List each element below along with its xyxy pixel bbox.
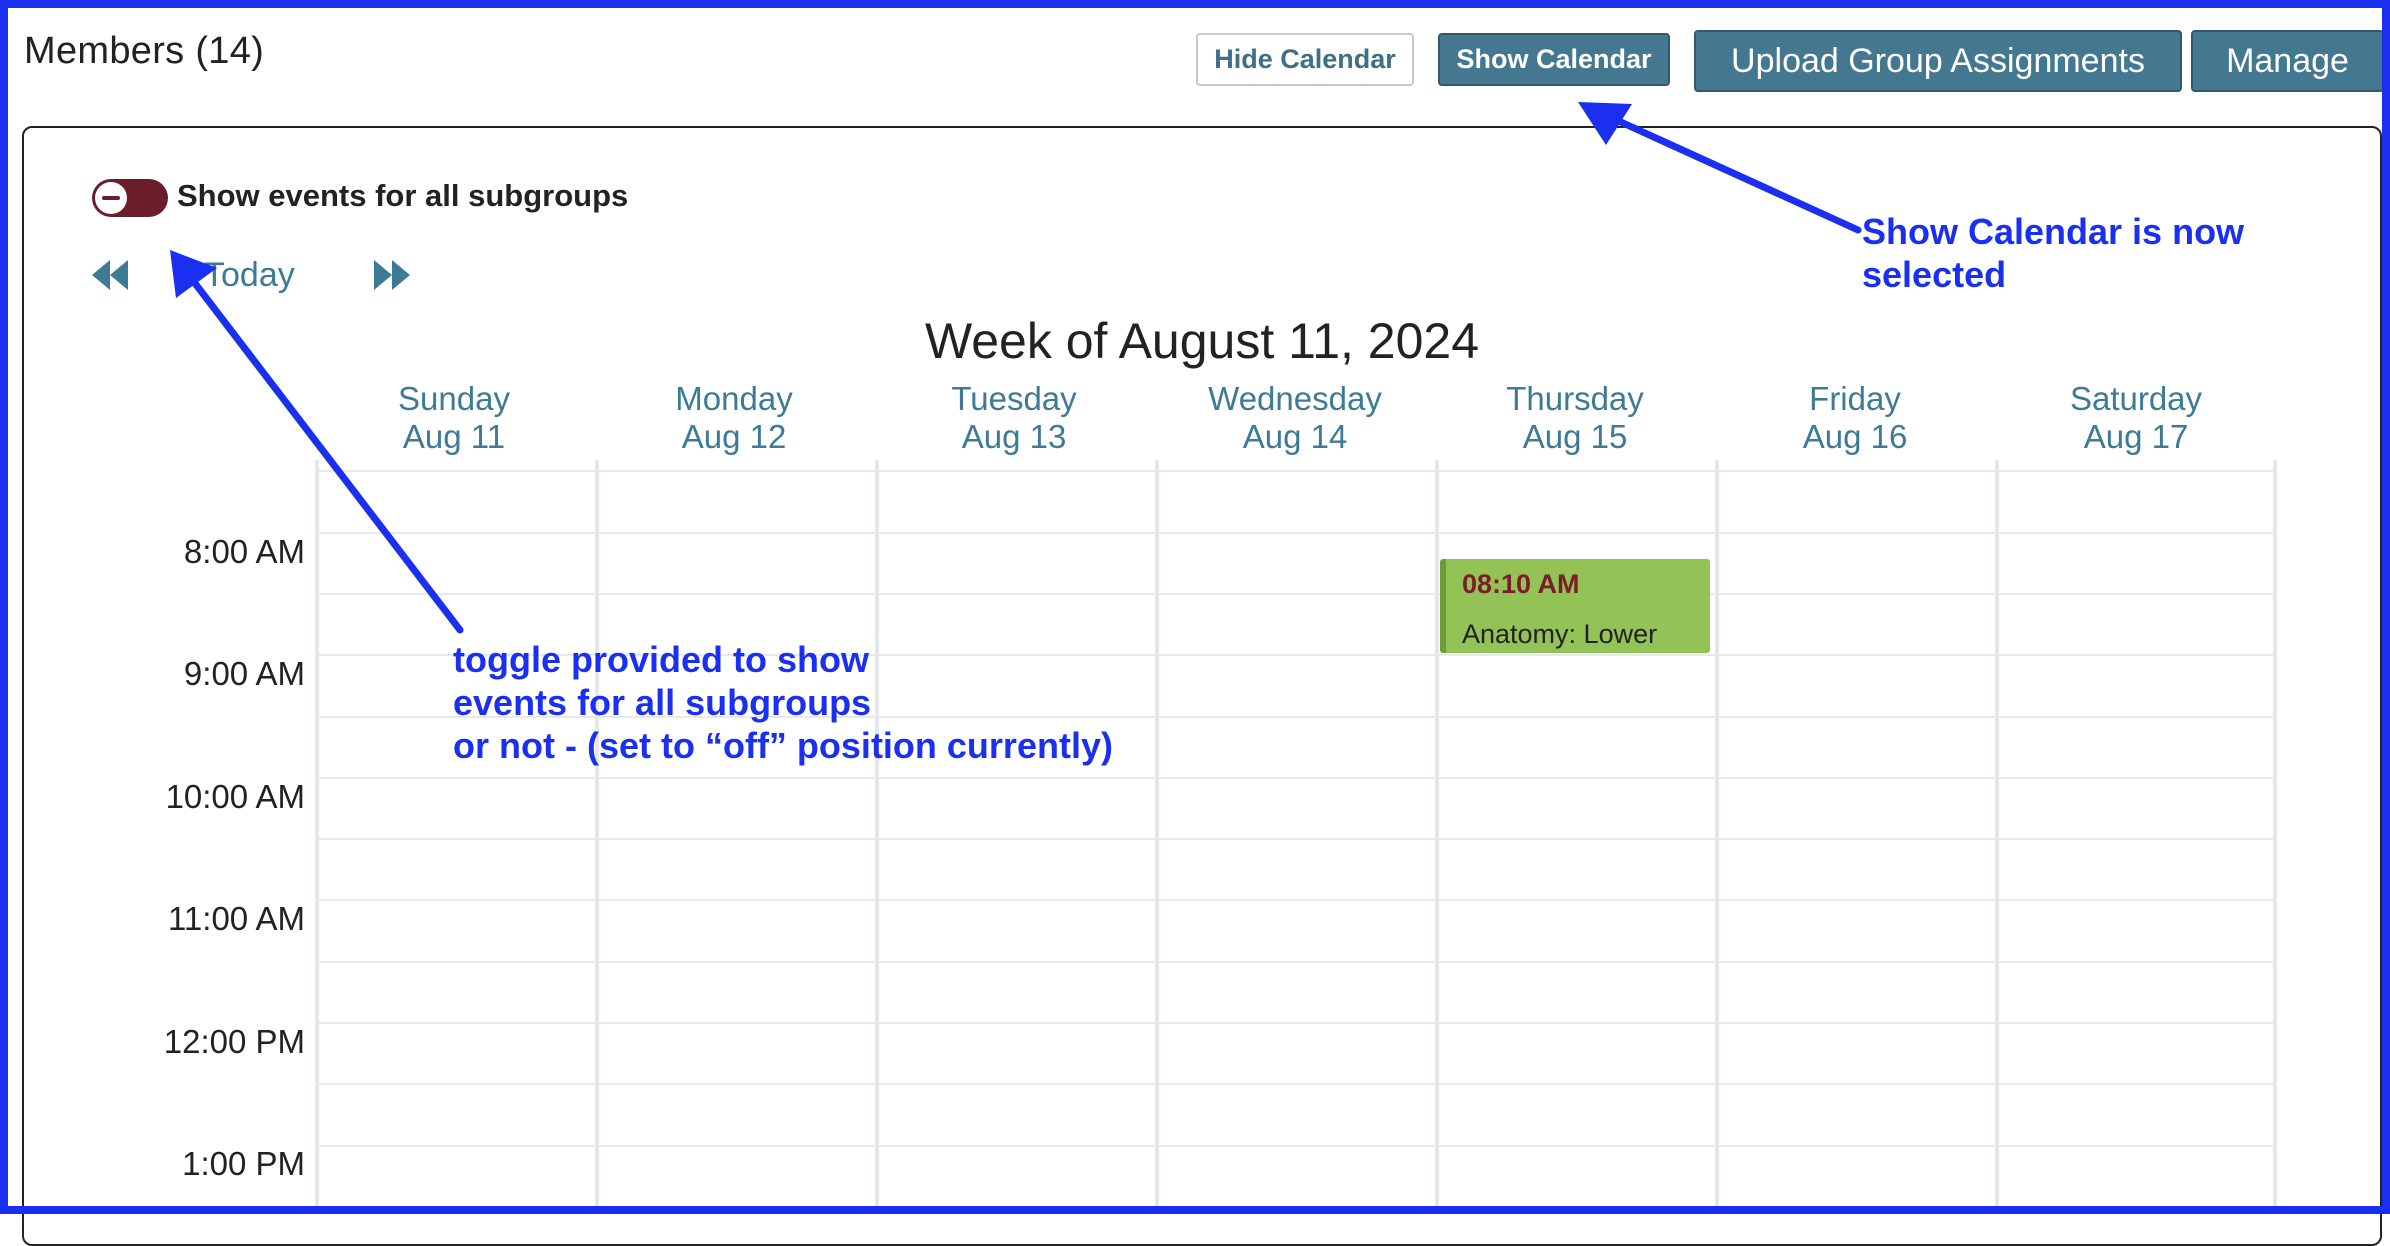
annotation-arrows [170, 102, 1862, 634]
arrow-to-show-calendar [1608, 114, 1862, 234]
arrow-to-toggle [190, 278, 464, 634]
arrow-head-icon [170, 250, 217, 298]
